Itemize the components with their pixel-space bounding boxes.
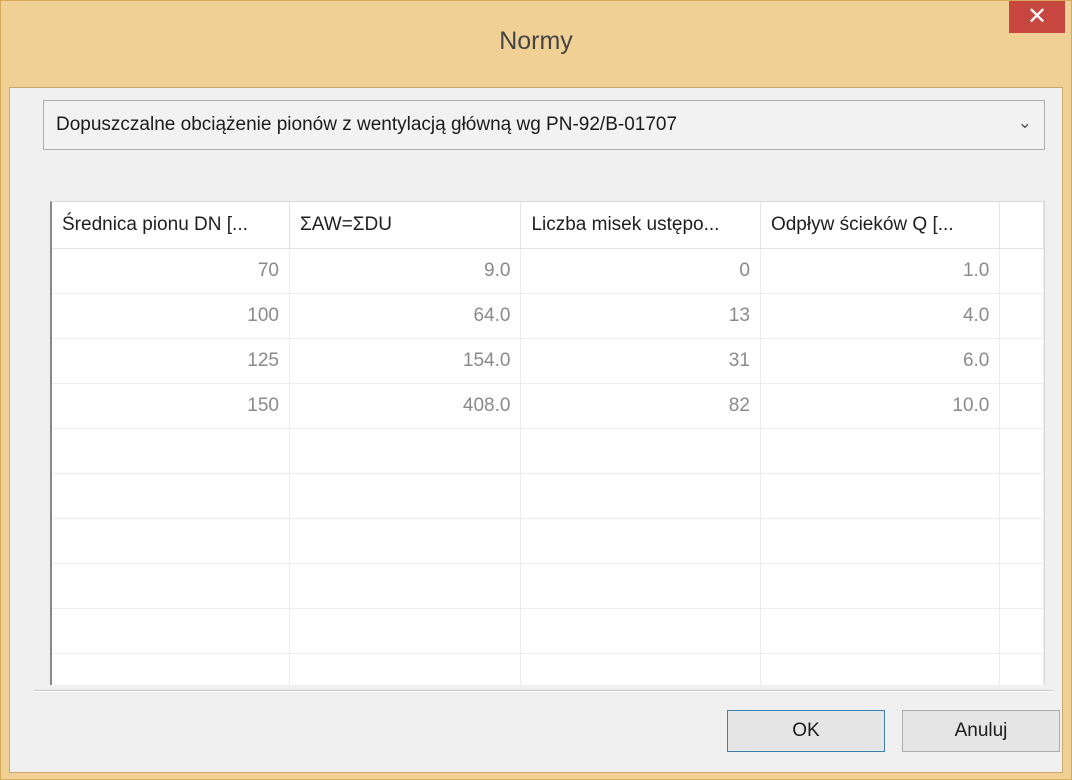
table-row[interactable]: 70 9.0 0 1.0 [52,248,1044,294]
cell-toilet-count[interactable]: 0 [520,248,761,294]
column-header-filler [999,202,1044,249]
close-button[interactable]: ✕ [1009,1,1065,33]
title-bar[interactable]: Normy ✕ [1,1,1071,87]
divider [33,690,1053,692]
cell-filler [999,383,1044,429]
empty-table-row [52,473,1044,519]
dialog-window: Normy ✕ Dopuszczalne obciążenie pionów z… [0,0,1072,780]
norm-dropdown[interactable]: Dopuszczalne obciążenie pionów z wentyla… [43,100,1045,150]
chevron-down-icon[interactable]: ⌄ [1018,113,1032,133]
cell-filler [999,293,1044,339]
cell-toilet-count[interactable]: 82 [520,383,761,429]
ok-button[interactable]: OK [727,710,885,752]
column-header-toilet-count[interactable]: Liczba misek ustępo... [520,202,761,249]
column-header-diameter[interactable]: Średnica pionu DN [... [52,202,290,249]
table-row[interactable]: 100 64.0 13 4.0 [52,293,1044,339]
column-header-sum-aw[interactable]: ΣAW=ΣDU [289,202,522,249]
cell-sum-aw[interactable]: 408.0 [289,383,522,429]
cell-outflow[interactable]: 1.0 [760,248,1001,294]
cancel-button[interactable]: Anuluj [902,710,1060,752]
norm-dropdown-value: Dopuszczalne obciążenie pionów z wentyla… [56,114,678,135]
dialog-body: Dopuszczalne obciążenie pionów z wentyla… [9,87,1063,773]
table-header-row: Średnica pionu DN [... ΣAW=ΣDU Liczba mi… [52,202,1044,249]
empty-table-row [52,653,1044,685]
norm-table[interactable]: Średnica pionu DN [... ΣAW=ΣDU Liczba mi… [50,201,1045,685]
cell-outflow[interactable]: 4.0 [760,293,1001,339]
cell-sum-aw[interactable]: 154.0 [289,338,522,384]
cell-toilet-count[interactable]: 31 [520,338,761,384]
empty-table-row [52,608,1044,654]
cell-toilet-count[interactable]: 13 [520,293,761,339]
cell-diameter[interactable]: 70 [52,248,290,294]
cell-sum-aw[interactable]: 64.0 [289,293,522,339]
empty-table-row [52,563,1044,609]
cell-outflow[interactable]: 6.0 [760,338,1001,384]
empty-table-row [52,428,1044,474]
cell-diameter[interactable]: 100 [52,293,290,339]
window-title: Normy [499,27,573,55]
cell-filler [999,248,1044,294]
cell-filler [999,338,1044,384]
cell-outflow[interactable]: 10.0 [760,383,1001,429]
column-header-outflow[interactable]: Odpływ ścieków Q [... [760,202,1001,249]
table-row[interactable]: 150 408.0 82 10.0 [52,383,1044,429]
cell-sum-aw[interactable]: 9.0 [289,248,522,294]
cell-diameter[interactable]: 150 [52,383,290,429]
table-row[interactable]: 125 154.0 31 6.0 [52,338,1044,384]
cell-diameter[interactable]: 125 [52,338,290,384]
close-icon: ✕ [1026,2,1048,30]
empty-table-row [52,518,1044,564]
